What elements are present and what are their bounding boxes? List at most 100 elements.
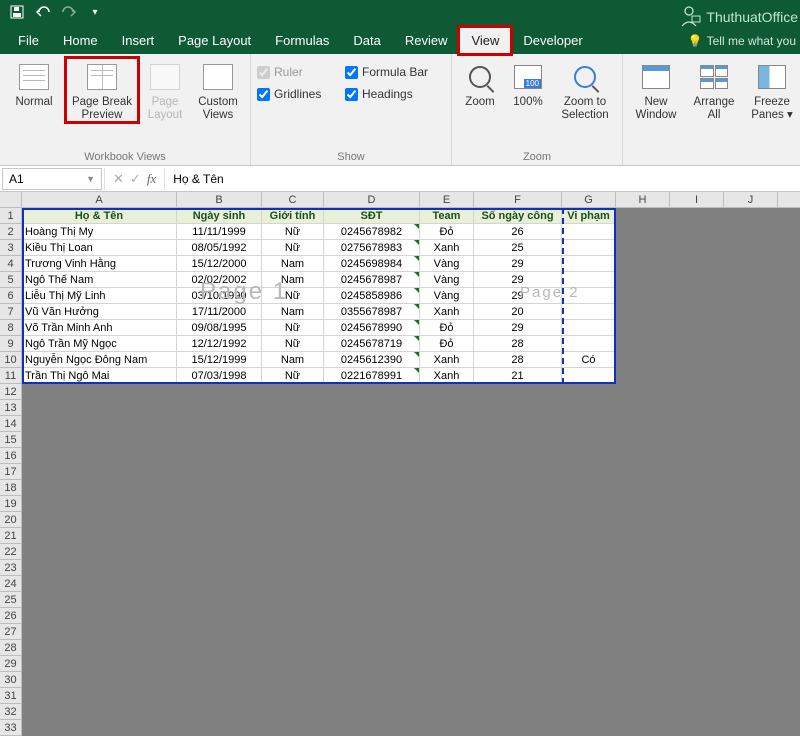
worksheet-area[interactable]: ABCDEFGHIJK1Họ & TênNgày sinhGiới tínhSĐ… bbox=[0, 192, 800, 736]
column-header-K[interactable]: K bbox=[778, 192, 800, 208]
formula-bar-checkbox[interactable]: Formula Bar bbox=[345, 62, 445, 82]
row-header-1[interactable]: 1 bbox=[0, 208, 22, 224]
cell-violation[interactable]: Có bbox=[562, 352, 616, 368]
formula-bar[interactable]: Họ & Tên bbox=[164, 168, 800, 190]
cell-team[interactable]: Đỏ bbox=[420, 224, 474, 240]
cell-name[interactable]: Ngô Thế Nam bbox=[22, 272, 177, 288]
row-header-32[interactable]: 32 bbox=[0, 704, 22, 720]
cell-team[interactable]: Xanh bbox=[420, 368, 474, 384]
cell-gender[interactable]: Nữ bbox=[262, 320, 324, 336]
row-header-10[interactable]: 10 bbox=[0, 352, 22, 368]
cell-dob[interactable]: 11/11/1999 bbox=[177, 224, 262, 240]
cell-days[interactable]: 20 bbox=[474, 304, 562, 320]
cell-dob[interactable]: 12/12/1992 bbox=[177, 336, 262, 352]
cell-name[interactable]: Võ Trần Minh Anh bbox=[22, 320, 177, 336]
cell-name[interactable]: Trần Thị Ngô Mai bbox=[22, 368, 177, 384]
qat-customize-icon[interactable]: ▾ bbox=[86, 3, 104, 21]
row-header-4[interactable]: 4 bbox=[0, 256, 22, 272]
cell-team[interactable]: Xanh bbox=[420, 240, 474, 256]
row-header-7[interactable]: 7 bbox=[0, 304, 22, 320]
cell-violation[interactable] bbox=[562, 240, 616, 256]
fx-icon[interactable]: fx bbox=[147, 171, 156, 187]
row-header-2[interactable]: 2 bbox=[0, 224, 22, 240]
undo-icon[interactable] bbox=[34, 3, 52, 21]
cell-gender[interactable]: Nam bbox=[262, 304, 324, 320]
cell-name[interactable]: Liễu Thị Mỹ Linh bbox=[22, 288, 177, 304]
column-header-C[interactable]: C bbox=[262, 192, 324, 208]
row-header-18[interactable]: 18 bbox=[0, 480, 22, 496]
custom-views-button[interactable]: Custom Views bbox=[192, 58, 244, 122]
cell-name[interactable]: Kiều Thị Loan bbox=[22, 240, 177, 256]
row-header-30[interactable]: 30 bbox=[0, 672, 22, 688]
cell-violation[interactable] bbox=[562, 288, 616, 304]
tab-formulas[interactable]: Formulas bbox=[263, 27, 341, 54]
cell-days[interactable]: 25 bbox=[474, 240, 562, 256]
cell-name[interactable]: Hoàng Thị My bbox=[22, 224, 177, 240]
chevron-down-icon[interactable]: ▼ bbox=[86, 174, 95, 184]
row-header-19[interactable]: 19 bbox=[0, 496, 22, 512]
cell-name[interactable]: Vũ Văn Hưởng bbox=[22, 304, 177, 320]
row-header-8[interactable]: 8 bbox=[0, 320, 22, 336]
row-header-12[interactable]: 12 bbox=[0, 384, 22, 400]
row-header-6[interactable]: 6 bbox=[0, 288, 22, 304]
cell-gender[interactable]: Nữ bbox=[262, 368, 324, 384]
cell-violation[interactable] bbox=[562, 304, 616, 320]
cell-dob[interactable]: 07/03/1998 bbox=[177, 368, 262, 384]
cell-dob[interactable]: 15/12/2000 bbox=[177, 256, 262, 272]
cell-phone[interactable]: 0245612390 bbox=[324, 352, 420, 368]
cell-gender[interactable]: Nữ bbox=[262, 288, 324, 304]
cell-days[interactable]: 29 bbox=[474, 320, 562, 336]
cell-name[interactable]: Nguyễn Ngọc Đông Nam bbox=[22, 352, 177, 368]
column-header-E[interactable]: E bbox=[420, 192, 474, 208]
column-header-B[interactable]: B bbox=[177, 192, 262, 208]
row-header-3[interactable]: 3 bbox=[0, 240, 22, 256]
cell-phone[interactable]: 0275678983 bbox=[324, 240, 420, 256]
cell-days[interactable]: 29 bbox=[474, 256, 562, 272]
cell-violation[interactable] bbox=[562, 256, 616, 272]
row-header-16[interactable]: 16 bbox=[0, 448, 22, 464]
cell-team[interactable]: Vàng bbox=[420, 272, 474, 288]
cell-phone[interactable]: 0355678987 bbox=[324, 304, 420, 320]
row-header-24[interactable]: 24 bbox=[0, 576, 22, 592]
tab-developer[interactable]: Developer bbox=[511, 27, 594, 54]
tab-insert[interactable]: Insert bbox=[110, 27, 167, 54]
row-header-28[interactable]: 28 bbox=[0, 640, 22, 656]
tell-me[interactable]: 💡 Tell me what you bbox=[688, 34, 796, 48]
cell-team[interactable]: Vàng bbox=[420, 288, 474, 304]
row-header-14[interactable]: 14 bbox=[0, 416, 22, 432]
zoom-to-selection-button[interactable]: Zoom to Selection bbox=[554, 58, 616, 122]
cell-days[interactable]: 29 bbox=[474, 272, 562, 288]
cell-violation[interactable] bbox=[562, 224, 616, 240]
row-header-5[interactable]: 5 bbox=[0, 272, 22, 288]
cell-gender[interactable]: Nam bbox=[262, 256, 324, 272]
cell-phone[interactable]: 0221678991 bbox=[324, 368, 420, 384]
cell-days[interactable]: 26 bbox=[474, 224, 562, 240]
column-header-A[interactable]: A bbox=[22, 192, 177, 208]
tab-view[interactable]: View bbox=[459, 27, 511, 54]
column-header-H[interactable]: H bbox=[616, 192, 670, 208]
cell-days[interactable]: 28 bbox=[474, 336, 562, 352]
row-header-11[interactable]: 11 bbox=[0, 368, 22, 384]
arrange-all-button[interactable]: Arrange All bbox=[687, 58, 741, 122]
row-header-33[interactable]: 33 bbox=[0, 720, 22, 736]
page-layout-view-button[interactable]: Page Layout bbox=[142, 58, 188, 122]
redo-icon[interactable] bbox=[60, 3, 78, 21]
cell-dob[interactable]: 02/02/2002 bbox=[177, 272, 262, 288]
row-header-25[interactable]: 25 bbox=[0, 592, 22, 608]
row-header-17[interactable]: 17 bbox=[0, 464, 22, 480]
cell-dob[interactable]: 17/11/2000 bbox=[177, 304, 262, 320]
tab-home[interactable]: Home bbox=[51, 27, 110, 54]
zoom-100-button[interactable]: 100 100% bbox=[506, 58, 550, 109]
cell-dob[interactable]: 03/10/1990 bbox=[177, 288, 262, 304]
cell-dob[interactable]: 09/08/1995 bbox=[177, 320, 262, 336]
cell-name[interactable]: Ngô Trần Mỹ Ngọc bbox=[22, 336, 177, 352]
cell-dob[interactable]: 15/12/1999 bbox=[177, 352, 262, 368]
gridlines-checkbox[interactable]: Gridlines bbox=[257, 84, 341, 104]
cell-violation[interactable] bbox=[562, 368, 616, 384]
column-header-G[interactable]: G bbox=[562, 192, 616, 208]
cell-days[interactable]: 28 bbox=[474, 352, 562, 368]
row-header-26[interactable]: 26 bbox=[0, 608, 22, 624]
cell-team[interactable]: Vàng bbox=[420, 256, 474, 272]
cell-gender[interactable]: Nữ bbox=[262, 240, 324, 256]
cell-dob[interactable]: 08/05/1992 bbox=[177, 240, 262, 256]
